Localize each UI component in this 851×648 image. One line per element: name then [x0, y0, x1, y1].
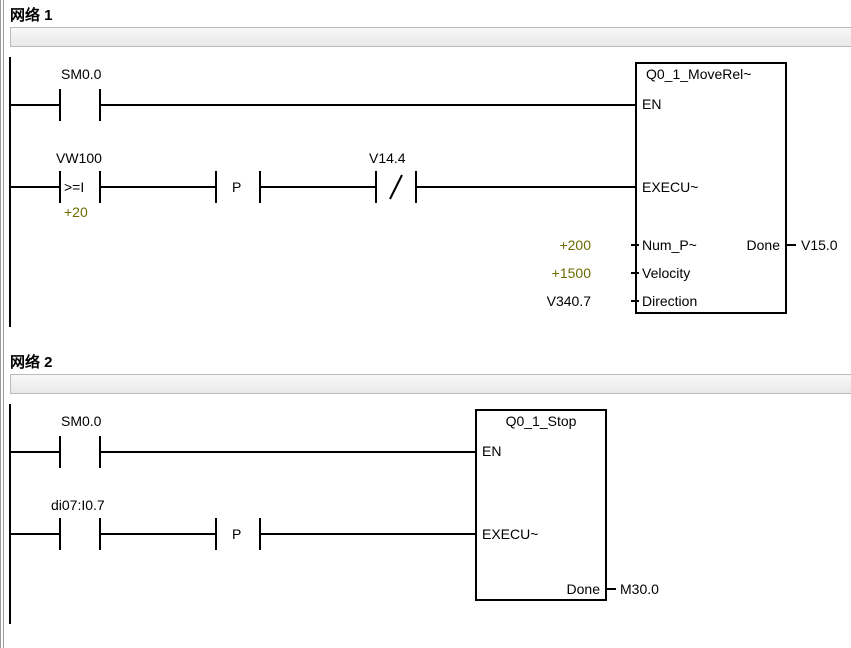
- compare-val: +20: [64, 204, 88, 220]
- fb2-title: Q0_1_Stop: [506, 413, 577, 429]
- compare-var: VW100: [56, 150, 102, 166]
- network-2-ladder: Q0_1_Stop SM0.0 EN di07:I0.7 P EXECU~ Do…: [6, 404, 846, 624]
- vel-lbl: Velocity: [642, 265, 690, 281]
- dir-lbl: Direction: [642, 293, 697, 309]
- done2-lbl: Done: [567, 581, 601, 597]
- done2-out: M30.0: [620, 581, 659, 597]
- contact2-sm00: SM0.0: [61, 413, 102, 429]
- network-2-comment[interactable]: [10, 374, 851, 394]
- network-2-title: 网络 2: [6, 347, 851, 374]
- num-p-val: +200: [559, 237, 591, 253]
- contact-di07: di07:I0.7: [51, 497, 105, 513]
- nc-v144: V14.4: [369, 150, 406, 166]
- fb-title: Q0_1_MoveRel~: [646, 66, 751, 82]
- pulse-p: P: [232, 179, 241, 195]
- fb2-en: EN: [482, 443, 501, 459]
- dir-val: V340.7: [547, 293, 592, 309]
- network-1-title: 网络 1: [6, 0, 851, 27]
- network-1: 网络 1 Q0_1_MoveRel~ SM0.0 EN >=I VW100 +2…: [6, 0, 851, 327]
- pulse2-p: P: [232, 526, 241, 542]
- fb-en: EN: [642, 96, 661, 112]
- vel-val: +1500: [552, 265, 592, 281]
- network-1-ladder: Q0_1_MoveRel~ SM0.0 EN >=I VW100 +20 P: [6, 57, 846, 327]
- ladder-editor: 网络 1 Q0_1_MoveRel~ SM0.0 EN >=I VW100 +2…: [0, 0, 851, 648]
- network-2: 网络 2 Q0_1_Stop SM0.0 EN di07:I0.7 P: [6, 347, 851, 624]
- compare-op: >=I: [64, 179, 84, 195]
- num-p-lbl: Num_P~: [642, 237, 697, 253]
- network-1-comment[interactable]: [10, 27, 851, 47]
- done-lbl: Done: [747, 237, 781, 253]
- contact-sm00: SM0.0: [61, 66, 102, 82]
- fb2-execu: EXECU~: [482, 526, 538, 542]
- done-out: V15.0: [801, 237, 838, 253]
- fb-execu: EXECU~: [642, 179, 698, 195]
